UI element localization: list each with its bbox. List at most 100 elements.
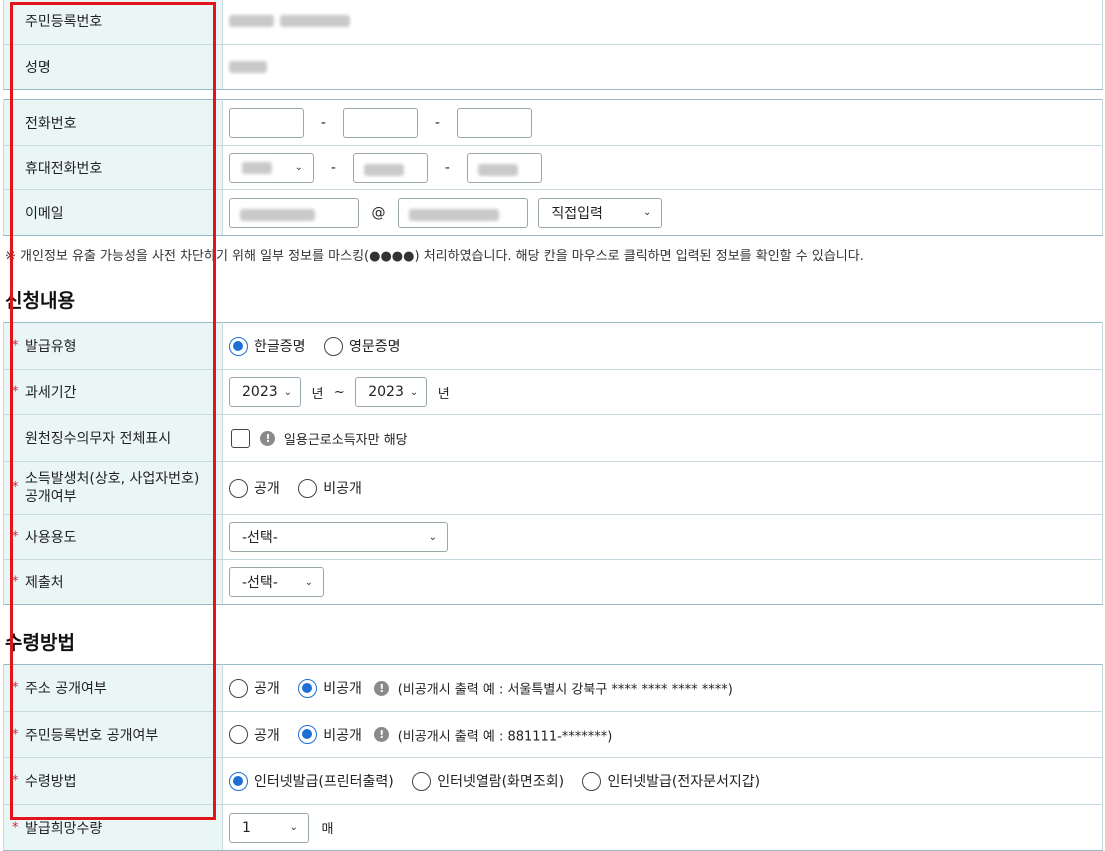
- name-value: [222, 44, 1103, 90]
- submit-to-cell: -선택- ⌄: [222, 559, 1103, 605]
- income-source-label-line2: 공개여부: [25, 489, 77, 505]
- receipt-table: * 주소 공개여부 공개 비공개 ! (비공개시 출력 예 : 서울특별시 강북…: [3, 664, 1103, 851]
- rrn-open-header: * 주민등록번호 공개여부: [3, 711, 223, 758]
- year-unit: 년: [437, 386, 450, 402]
- withholding-note: 일용근로소득자만 해당: [283, 432, 408, 448]
- masked-name: [229, 61, 267, 73]
- income-source-label-line1: 소득발생처(상호, 사업자번호): [25, 471, 200, 487]
- chevron-down-icon: ⌄: [428, 531, 437, 543]
- submit-to-header: * 제출처: [3, 559, 223, 605]
- rrn-private-option[interactable]: 비공개: [298, 725, 362, 745]
- required-mark: *: [12, 480, 19, 495]
- method-print-option[interactable]: 인터넷발급(프린터출력): [229, 771, 394, 791]
- masked-mobile-part3: [477, 163, 518, 176]
- issue-type-label: 발급유형: [25, 339, 77, 355]
- masked-email-id: [240, 208, 315, 221]
- email-domain-select-value: 직접입력: [551, 205, 603, 222]
- quantity-unit: 매: [321, 822, 334, 837]
- method-wallet-label: 인터넷발급(전자문서지갑): [607, 774, 761, 790]
- method-view-label: 인터넷열람(화면조회): [437, 774, 565, 790]
- address-private-option[interactable]: 비공개: [298, 678, 362, 698]
- phone-label: 전화번호: [3, 99, 223, 146]
- radio-icon[interactable]: [298, 478, 318, 498]
- email-inputs: @ 직접입력 ⌄: [222, 189, 1103, 236]
- mobile-dash-2: -: [444, 159, 450, 176]
- issue-type-english-option[interactable]: 영문증명: [323, 336, 401, 356]
- mobile-part2-input[interactable]: [352, 152, 428, 183]
- submit-to-select-value: -선택-: [242, 575, 278, 591]
- radio-selected-icon[interactable]: [229, 771, 248, 791]
- withholding-options: ! 일용근로소득자만 해당: [222, 414, 1103, 462]
- usage-select[interactable]: -선택- ⌄: [229, 522, 448, 552]
- radio-selected-icon[interactable]: [298, 725, 318, 744]
- phone-part1-input[interactable]: [229, 107, 304, 138]
- income-source-header: * 소득발생처(상호, 사업자번호) 공개여부: [3, 461, 223, 515]
- mobile-dash-1: -: [330, 159, 336, 176]
- email-domain-select[interactable]: 직접입력 ⌄: [538, 197, 663, 228]
- usage-header: * 사용용도: [3, 514, 223, 560]
- income-source-public-option[interactable]: 공개: [229, 478, 280, 498]
- income-source-private-option[interactable]: 비공개: [298, 478, 362, 498]
- radio-icon[interactable]: [323, 336, 343, 356]
- email-id-input[interactable]: [229, 197, 359, 228]
- required-mark: *: [12, 529, 19, 545]
- rrn-open-options: 공개 비공개 ! (비공개시 출력 예 : 881111-*******): [222, 711, 1103, 758]
- address-private-label: 비공개: [323, 681, 362, 697]
- required-mark: *: [12, 680, 19, 696]
- tax-period-label: 과세기간: [25, 385, 77, 401]
- issue-type-korean-option[interactable]: 한글증명: [229, 336, 306, 356]
- tax-period-header: * 과세기간: [3, 369, 223, 415]
- address-open-options: 공개 비공개 ! (비공개시 출력 예 : 서울특별시 강북구 **** ***…: [222, 664, 1103, 712]
- mobile-label: 휴대전화번호: [3, 145, 223, 190]
- chevron-down-icon: ⌄: [642, 207, 652, 218]
- receipt-section-title: 수령방법: [5, 632, 75, 654]
- address-public-option[interactable]: 공개: [229, 678, 280, 698]
- required-mark: *: [12, 338, 19, 354]
- issue-type-header: * 발급유형: [3, 322, 223, 370]
- issue-type-korean-label: 한글증명: [254, 339, 306, 355]
- address-open-label: 주소 공개여부: [25, 681, 107, 697]
- chevron-down-icon: ⌄: [294, 162, 303, 173]
- mobile-prefix-select[interactable]: ⌄: [229, 152, 314, 183]
- rrn-open-label: 주민등록번호 공개여부: [25, 727, 159, 744]
- rrn-note: (비공개시 출력 예 : 881111-*******): [397, 729, 613, 744]
- application-table: * 발급유형 한글증명 영문증명 * 과세기간 2023 ⌄ 년 ~ 2023: [3, 322, 1103, 605]
- method-wallet-option[interactable]: 인터넷발급(전자문서지갑): [582, 771, 760, 791]
- rrn-public-option[interactable]: 공개: [229, 725, 280, 745]
- application-section-title: 신청내용: [5, 290, 75, 312]
- masked-rrn-part1: [229, 15, 274, 27]
- phone-dash-1: -: [320, 114, 326, 131]
- phone-part3-input[interactable]: [456, 107, 532, 138]
- method-options: 인터넷발급(프린터출력) 인터넷열람(화면조회) 인터넷발급(전자문서지갑): [222, 757, 1103, 805]
- radio-selected-icon[interactable]: [229, 336, 248, 356]
- method-view-option[interactable]: 인터넷열람(화면조회): [412, 771, 564, 791]
- phone-part2-input[interactable]: [342, 107, 418, 138]
- income-source-private-label: 비공개: [323, 481, 362, 497]
- chevron-down-icon: ⌄: [283, 386, 293, 398]
- radio-icon[interactable]: [582, 771, 602, 791]
- info-icon: !: [374, 727, 390, 742]
- radio-icon[interactable]: [412, 771, 432, 791]
- submit-to-select[interactable]: -선택- ⌄: [229, 567, 324, 597]
- radio-icon[interactable]: [229, 478, 248, 498]
- withholding-label: 원천징수의무자 전체표시: [3, 414, 223, 462]
- info-icon: !: [260, 430, 276, 446]
- tilde: ~: [333, 384, 345, 400]
- masked-mobile-part2: [363, 163, 404, 176]
- email-label: 이메일: [3, 189, 223, 236]
- method-label: 수령방법: [25, 774, 77, 790]
- withholding-checkbox[interactable]: [231, 428, 250, 448]
- chevron-down-icon: ⌄: [289, 822, 298, 833]
- mobile-part3-input[interactable]: [466, 152, 542, 183]
- tax-period-to-select[interactable]: 2023 ⌄: [355, 377, 428, 407]
- tax-period-from-select[interactable]: 2023 ⌄: [229, 377, 301, 407]
- radio-icon[interactable]: [229, 725, 248, 744]
- email-domain-input[interactable]: [397, 197, 528, 228]
- quantity-select[interactable]: 1 ⌄: [229, 812, 309, 843]
- issue-type-english-label: 영문증명: [348, 339, 401, 355]
- method-header: * 수령방법: [3, 757, 223, 805]
- radio-selected-icon[interactable]: [298, 678, 318, 698]
- radio-icon[interactable]: [229, 678, 248, 698]
- address-open-header: * 주소 공개여부: [3, 664, 223, 712]
- required-mark: *: [12, 384, 19, 400]
